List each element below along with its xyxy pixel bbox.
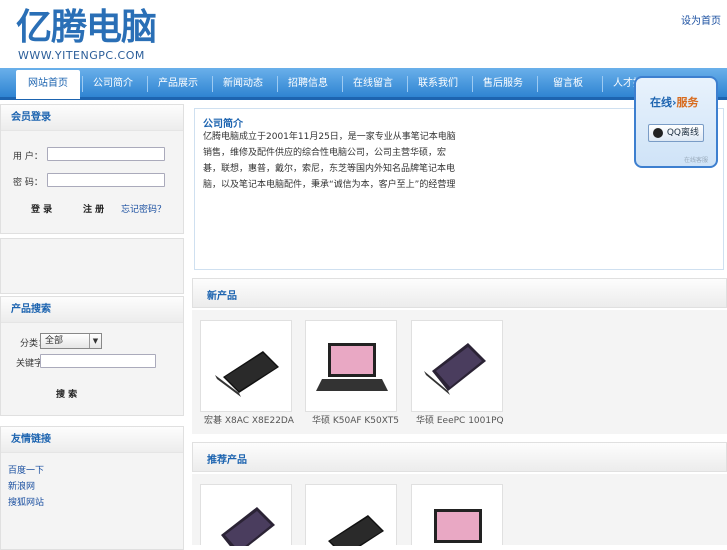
new-products-title: 新产品: [207, 291, 237, 302]
password-field[interactable]: [47, 173, 165, 187]
online-service-title: 在线›服务: [650, 96, 699, 109]
nav-item-products[interactable]: 产品展示: [146, 70, 210, 98]
logo-chinese: 亿腾电脑: [16, 7, 157, 48]
header: 亿腾电脑 WWW.YITENGPC.COM 设为首页: [0, 0, 727, 68]
new-products-body: 宏碁 X8AC X8E22DA 华硕 K50AF K50XT5 华硕 EeePC…: [192, 310, 727, 434]
nav-item-jobs[interactable]: 招聘信息: [276, 70, 340, 98]
set-homepage-link[interactable]: 设为首页: [681, 12, 721, 27]
product-name[interactable]: 宏碁 X8AC X8E22DA: [204, 413, 324, 426]
login-title: 会员登录: [1, 105, 183, 131]
site-logo[interactable]: 亿腾电脑 WWW.YITENGPC.COM: [16, 8, 168, 62]
password-label: 密 码：: [13, 178, 43, 188]
laptop-image: [221, 507, 275, 546]
qq-button[interactable]: QQ离线: [648, 124, 704, 142]
intro-title: 公司简介: [203, 119, 243, 130]
product-image[interactable]: [305, 484, 397, 546]
friend-link[interactable]: 新浪网: [8, 479, 35, 492]
online-service-widget: 在线›服务 QQ离线 在线客服: [634, 76, 718, 168]
laptop-image: [215, 351, 279, 397]
category-value: 全部: [45, 336, 64, 346]
forgot-password-link[interactable]: 忘记密码？: [121, 202, 166, 215]
recommend-title: 推荐产品: [207, 455, 247, 466]
product-image[interactable]: [411, 320, 503, 412]
new-products-header: 新产品: [192, 278, 727, 308]
qq-icon: [653, 128, 663, 138]
search-title: 产品搜索: [1, 297, 183, 323]
nav-item-board[interactable]: 留言板: [536, 70, 600, 98]
nav-item-service[interactable]: 售后服务: [471, 70, 535, 98]
qq-status: QQ离线: [666, 128, 699, 138]
online-footer: 在线客服: [683, 157, 708, 164]
product-name[interactable]: 华硕 EeePC 1001PQ: [416, 413, 536, 426]
friend-link[interactable]: 搜狐网站: [8, 495, 44, 508]
laptop-image: [328, 515, 384, 546]
nav-item-contact[interactable]: 联系我们: [406, 70, 470, 98]
product-image[interactable]: [200, 320, 292, 412]
laptop-image: [316, 343, 388, 391]
product-image[interactable]: [411, 484, 503, 545]
nav-item-about[interactable]: 公司简介: [81, 70, 145, 98]
keyword-field[interactable]: [40, 354, 156, 368]
username-label: 用 户：: [13, 152, 43, 162]
username-field[interactable]: [47, 147, 165, 161]
search-button[interactable]: 搜 索: [56, 387, 77, 400]
nav-item-news[interactable]: 新闻动态: [211, 70, 275, 98]
laptop-image: [434, 509, 482, 543]
recommend-body: [192, 474, 727, 546]
chevron-down-icon: ▼: [89, 334, 101, 348]
product-name[interactable]: 华硕 K50AF K50XT5: [312, 413, 432, 426]
intro-text: 亿腾电脑成立于2001年11月25日，是一家专业从事笔记本电脑销售，维修及配件供…: [203, 132, 456, 190]
login-button[interactable]: 登 录: [31, 202, 52, 215]
blank-box: [0, 238, 184, 294]
login-box: 会员登录 用 户： 密 码： 登 录 注 册 忘记密码？: [0, 104, 184, 234]
product-image[interactable]: [305, 320, 397, 412]
recommend-header: 推荐产品: [192, 442, 727, 472]
nav-item-home[interactable]: 网站首页: [16, 70, 80, 99]
links-title: 友情链接: [1, 427, 183, 453]
category-select[interactable]: 全部 ▼: [40, 333, 102, 349]
logo-url: WWW.YITENGPC.COM: [18, 49, 145, 62]
nav-item-message[interactable]: 在线留言: [341, 70, 405, 98]
product-image[interactable]: [200, 484, 292, 546]
register-button[interactable]: 注 册: [83, 202, 104, 215]
laptop-image: [424, 343, 486, 395]
friend-link[interactable]: 百度一下: [8, 463, 44, 476]
main-nav: 网站首页 公司简介 产品展示 新闻动态 招聘信息 在线留言 联系我们 售后服务 …: [0, 68, 727, 100]
